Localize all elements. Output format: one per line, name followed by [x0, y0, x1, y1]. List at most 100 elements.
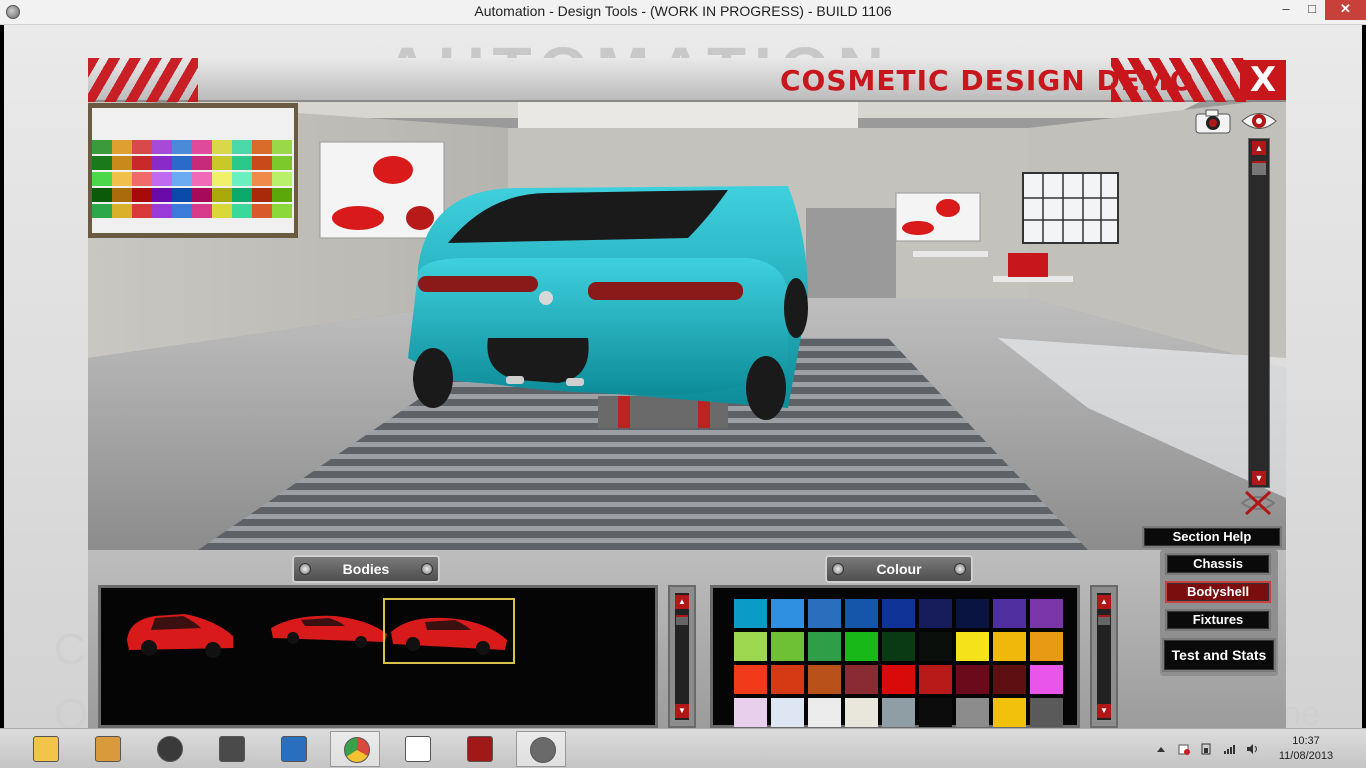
- bolt-icon: [954, 563, 966, 575]
- taskbar-app[interactable]: [268, 731, 318, 767]
- colour-swatch[interactable]: [993, 599, 1026, 628]
- taskbar-app[interactable]: [144, 731, 194, 767]
- colour-label: Colour: [876, 561, 922, 577]
- colour-palette: [710, 585, 1080, 728]
- close-window-button[interactable]: ✕: [1325, 0, 1366, 20]
- bodies-scrollbar[interactable]: ▲ ▼: [668, 585, 696, 728]
- colour-swatch[interactable]: [882, 698, 915, 727]
- colour-swatch[interactable]: [882, 665, 915, 694]
- viewport-scrollbar[interactable]: ▲ ▼: [1248, 138, 1270, 488]
- garage-scene: [88, 58, 1286, 550]
- colour-scrollbar[interactable]: ▲ ▼: [1090, 585, 1118, 728]
- bodies-label: Bodies: [342, 561, 390, 577]
- show-hidden-icons-icon[interactable]: [1155, 743, 1167, 755]
- hide-overlay-icon[interactable]: [1238, 488, 1278, 518]
- body-thumb-hatchback[interactable]: [113, 598, 245, 664]
- close-demo-button[interactable]: X: [1240, 60, 1286, 100]
- action-center-icon[interactable]: [1178, 743, 1190, 755]
- taskbar-app[interactable]: [206, 731, 256, 767]
- scroll-thumb[interactable]: [1098, 615, 1110, 625]
- scroll-track[interactable]: ▲ ▼: [675, 593, 689, 720]
- bodies-list: [98, 585, 658, 728]
- bolt-icon: [299, 563, 311, 575]
- colour-swatch[interactable]: [734, 665, 767, 694]
- scroll-up-arrow-icon[interactable]: ▲: [1097, 595, 1111, 609]
- colour-swatch[interactable]: [845, 599, 878, 628]
- colour-swatch[interactable]: [956, 698, 989, 727]
- colour-swatch[interactable]: [771, 632, 804, 661]
- colour-swatch[interactable]: [771, 698, 804, 727]
- scroll-thumb[interactable]: [676, 615, 688, 625]
- scroll-thumb[interactable]: [1252, 161, 1266, 175]
- colour-swatch[interactable]: [845, 632, 878, 661]
- taskbar-app[interactable]: [330, 731, 380, 767]
- colour-swatch[interactable]: [845, 665, 878, 694]
- colour-swatch[interactable]: [919, 665, 952, 694]
- taskbar-app[interactable]: [454, 731, 504, 767]
- taskbar-app[interactable]: [516, 731, 566, 767]
- colour-swatch[interactable]: [956, 665, 989, 694]
- colour-swatch[interactable]: [882, 632, 915, 661]
- app-gear-icon: [95, 736, 121, 762]
- section-help-button[interactable]: Section Help: [1142, 526, 1282, 548]
- colour-swatch[interactable]: [1030, 632, 1063, 661]
- colour-swatch[interactable]: [993, 665, 1026, 694]
- volume-icon[interactable]: [1246, 743, 1258, 755]
- taskbar-app[interactable]: [392, 731, 442, 767]
- colour-swatch[interactable]: [808, 698, 841, 727]
- bolt-icon: [421, 563, 433, 575]
- fixtures-button[interactable]: Fixtures: [1165, 609, 1271, 631]
- colour-swatch[interactable]: [734, 599, 767, 628]
- clock-date: 11/08/2013: [1278, 750, 1334, 762]
- colour-swatch[interactable]: [845, 698, 878, 727]
- settings-app-icon: [281, 736, 307, 762]
- background-text: C: [54, 625, 86, 674]
- colour-swatch[interactable]: [919, 599, 952, 628]
- colour-swatch[interactable]: [808, 599, 841, 628]
- clock-time: 10:37: [1292, 735, 1320, 747]
- colour-swatch[interactable]: [882, 599, 915, 628]
- colour-swatch[interactable]: [808, 632, 841, 661]
- taskbar: 10:37 11/08/2013: [0, 728, 1366, 768]
- scroll-down-arrow-icon[interactable]: ▼: [1097, 704, 1111, 718]
- colour-swatch[interactable]: [734, 632, 767, 661]
- scroll-down-arrow-icon[interactable]: ▼: [1252, 471, 1266, 485]
- minimize-button[interactable]: –: [1273, 0, 1299, 20]
- colour-swatch[interactable]: [1030, 698, 1063, 727]
- colour-swatch[interactable]: [771, 599, 804, 628]
- colour-swatch[interactable]: [1030, 665, 1063, 694]
- page-title: COSMETIC DESIGN DEMO: [780, 64, 1195, 97]
- scroll-down-arrow-icon[interactable]: ▼: [675, 704, 689, 718]
- colour-swatch[interactable]: [808, 665, 841, 694]
- eye-icon[interactable]: [1240, 108, 1278, 134]
- chassis-button[interactable]: Chassis: [1165, 553, 1271, 575]
- window-title: Automation - Design Tools - (WORK IN PRO…: [474, 3, 892, 19]
- colour-swatch[interactable]: [771, 665, 804, 694]
- colour-swatch[interactable]: [956, 632, 989, 661]
- camera-icon[interactable]: [1194, 108, 1232, 134]
- test-and-stats-button[interactable]: Test and Stats: [1162, 638, 1276, 672]
- 3d-viewport[interactable]: [88, 58, 1286, 550]
- taskbar-app[interactable]: [82, 731, 132, 767]
- colour-swatch[interactable]: [956, 599, 989, 628]
- doc-app-icon: [219, 736, 245, 762]
- body-thumb-coupe[interactable]: [263, 598, 395, 664]
- scroll-up-arrow-icon[interactable]: ▲: [1252, 141, 1266, 155]
- colour-swatch[interactable]: [993, 698, 1026, 727]
- maximize-button[interactable]: □: [1299, 0, 1325, 20]
- colour-swatch[interactable]: [734, 698, 767, 727]
- bodies-tab: Bodies: [292, 555, 440, 583]
- network-signal-icon[interactable]: [1223, 743, 1235, 755]
- bodyshell-button[interactable]: Bodyshell: [1165, 581, 1271, 603]
- body-thumb-sedan[interactable]: [383, 598, 515, 664]
- battery-icon[interactable]: [1200, 743, 1212, 755]
- scroll-track[interactable]: ▲ ▼: [1097, 593, 1111, 720]
- scroll-up-arrow-icon[interactable]: ▲: [675, 595, 689, 609]
- colour-swatch[interactable]: [919, 632, 952, 661]
- colour-swatch[interactable]: [919, 698, 952, 727]
- file-explorer-icon: [33, 736, 59, 762]
- system-clock[interactable]: 10:37 11/08/2013: [1276, 734, 1336, 764]
- taskbar-app[interactable]: [20, 731, 70, 767]
- colour-swatch[interactable]: [1030, 599, 1063, 628]
- colour-swatch[interactable]: [993, 632, 1026, 661]
